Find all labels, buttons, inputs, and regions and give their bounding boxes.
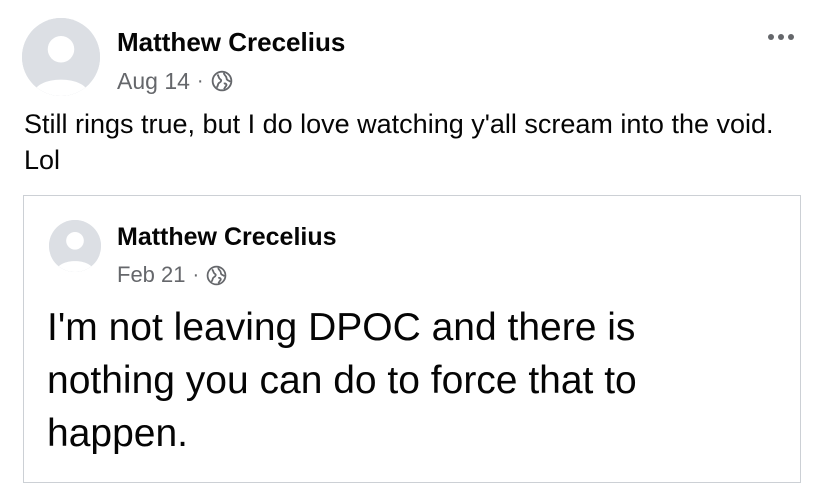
more-dot <box>778 34 784 40</box>
post: Matthew Crecelius Aug 14 · Still rings t… <box>0 0 825 504</box>
more-options-icon[interactable] <box>761 22 801 52</box>
default-avatar-icon <box>22 18 100 96</box>
shared-post-card[interactable]: Matthew Crecelius Feb 21 · I'm not leavi… <box>23 195 801 483</box>
shared-post-date[interactable]: Feb 21 <box>117 262 186 288</box>
more-dot <box>768 34 774 40</box>
meta-separator: · <box>192 263 200 286</box>
shared-post-meta: Feb 21 · <box>117 260 227 290</box>
default-avatar-icon <box>49 220 101 272</box>
globe-icon[interactable] <box>211 70 233 92</box>
shared-post-text: I'm not leaving DPOC and there is nothin… <box>47 306 637 455</box>
post-date[interactable]: Aug 14 <box>117 68 190 95</box>
post-text: Still rings true, but I do love watching… <box>24 109 774 175</box>
globe-icon[interactable] <box>206 265 227 286</box>
post-meta: Aug 14 · <box>117 66 233 96</box>
more-dot <box>788 34 794 40</box>
author-avatar[interactable] <box>22 18 100 96</box>
author-name[interactable]: Matthew Crecelius <box>117 27 345 58</box>
shared-author-name[interactable]: Matthew Crecelius <box>117 223 337 252</box>
meta-separator: · <box>196 69 204 92</box>
shared-author-avatar[interactable] <box>49 220 101 272</box>
